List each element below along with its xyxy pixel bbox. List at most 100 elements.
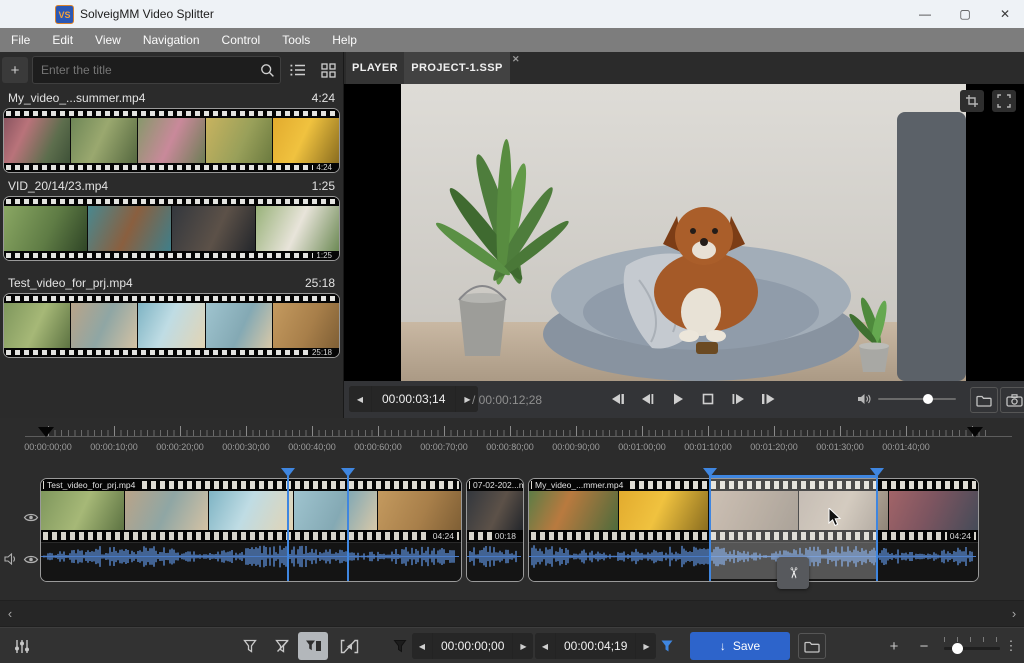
menu-edit[interactable]: Edit [41,28,84,52]
timeline-scrollbar[interactable]: ‹ › [0,600,1024,627]
timeline-clip[interactable]: 07-02-202...mp4 00:18 [466,478,524,582]
menu-help[interactable]: Help [321,28,368,52]
clip-waveform [467,542,523,582]
mouse-cursor [828,508,842,528]
menu-tools[interactable]: Tools [271,28,321,52]
output-folder-button[interactable] [798,633,826,659]
selected-fragment-topline [710,475,877,478]
grid-view-icon[interactable] [315,57,341,83]
media-item-filmstrip[interactable]: 1:25 [3,196,340,261]
zoom-slider-ticks [944,637,1000,642]
minimize-button[interactable]: — [908,0,942,28]
search-box[interactable] [32,56,281,84]
invert-fragments-toggle[interactable] [298,632,328,660]
media-item-filmstrip[interactable]: 4:24 [3,108,340,173]
settings-sliders-icon[interactable] [8,632,36,660]
search-input[interactable] [33,63,254,77]
close-button[interactable]: ✕ [988,0,1022,28]
fragment-start-time[interactable]: 00:00:00;00 [433,633,512,659]
time-step-back-button[interactable]: ◀ [349,386,371,412]
filmstrip-sprockets: 1:25 [4,251,339,260]
menu-file[interactable]: File [0,28,41,52]
clip-film-top: Test_video_for_prj.mp4 [41,479,461,491]
ruler-label: 00:01:00;00 [618,442,666,452]
search-icon[interactable] [254,57,280,83]
media-item[interactable]: Test_video_for_prj.mp4 25:18 25:18 [0,273,343,358]
fragment-marker-line[interactable] [347,476,349,581]
prev-keyframe-button[interactable] [606,387,630,411]
mute-fragment-icon[interactable] [334,632,364,660]
media-item[interactable]: VID_20/14/23.mp4 1:25 1:25 [0,176,343,261]
add-marker-icon[interactable] [236,632,264,660]
ruler-label: 00:00:80;00 [486,442,534,452]
ruler-label: 00:01:40;00 [882,442,930,452]
list-view-icon[interactable] [285,57,311,83]
filmstrip-sprockets: 4:24 [4,163,339,172]
zoom-slider-knob[interactable] [952,643,963,654]
volume-slider[interactable] [878,398,956,400]
clip-film-top: 07-02-202...mp4 [467,479,523,491]
fragment-marker[interactable] [281,468,295,477]
start-time-inc-button[interactable]: ▶ [513,633,533,659]
media-item-filmstrip[interactable]: 25:18 [3,293,340,358]
fragment-marker[interactable] [703,468,717,477]
media-library-panel: + My_video_...summer.mp4 4:24 [0,52,344,418]
app-logo-icon: VS [55,5,74,24]
fragment-marker[interactable] [341,468,355,477]
ruler-start-marker[interactable] [38,427,54,437]
crop-icon[interactable] [960,90,984,112]
play-button[interactable] [666,387,690,411]
timeline-ruler[interactable] [25,436,1012,437]
fullscreen-icon[interactable] [992,90,1016,112]
scroll-left-icon[interactable]: ‹ [2,601,18,626]
audio-track-mute-icon[interactable] [2,552,20,566]
filmstrip-sprockets [4,109,339,118]
start-time-dec-button[interactable]: ◀ [412,633,432,659]
tab-player[interactable]: PLAYER [346,52,404,84]
current-time[interactable]: 00:00:03;14 [372,386,455,412]
audio-track-visibility-icon[interactable] [22,552,40,566]
active-marker-icon[interactable] [654,632,680,660]
ruler-end-marker[interactable] [967,427,983,437]
end-time-dec-button[interactable]: ◀ [535,633,555,659]
timeline: 00:00:00;0000:00:10;0000:00:20;0000:00:3… [0,418,1024,627]
video-preview[interactable] [344,84,1024,381]
next-keyframe-button[interactable] [756,387,780,411]
fragment-marker-line[interactable] [287,476,289,581]
save-button-label: Save [733,639,760,653]
stop-button[interactable] [696,387,720,411]
filmstrip-duration-label: 25:18 [309,348,335,357]
fragment-marker-line[interactable] [709,476,711,581]
remove-marker-icon[interactable] [268,632,296,660]
volume-slider-knob[interactable] [923,394,933,404]
menu-view[interactable]: View [84,28,132,52]
prev-frame-button[interactable] [636,387,660,411]
ruler-label: 00:00:60;00 [354,442,402,452]
open-file-button[interactable] [970,387,998,413]
tab-close-icon[interactable]: ✕ [510,53,522,65]
timeline-clip[interactable]: Test_video_for_prj.mp4 04:24 [40,478,462,582]
menu-control[interactable]: Control [211,28,272,52]
tab-project[interactable]: PROJECT-1.SSP ✕ [404,52,510,84]
bottom-toolbar: ◀ 00:00:00;00 ▶ ◀ 00:00:04;19 ▶ ↓ Save +… [0,627,1024,663]
volume-icon[interactable] [852,387,876,411]
save-arrow-icon: ↓ [720,639,726,653]
zoom-out-button[interactable]: − [912,632,936,660]
snapshot-button[interactable] [1000,387,1024,413]
next-frame-button[interactable] [726,387,750,411]
scroll-right-icon[interactable]: › [1006,601,1022,626]
menu-navigation[interactable]: Navigation [132,28,211,52]
video-track-visibility-icon[interactable] [22,510,40,524]
zoom-in-button[interactable]: + [882,632,906,660]
clip-name: Test_video_for_prj.mp4 [44,479,138,491]
fragment-marker-line[interactable] [876,476,878,581]
add-media-button[interactable]: + [2,57,28,83]
media-item[interactable]: My_video_...summer.mp4 4:24 4:24 [0,88,343,173]
total-time: / 00:00:12;28 [472,381,542,418]
more-options-icon[interactable]: ⋮ [1004,632,1018,660]
fragment-end-time[interactable]: 00:00:04;19 [556,633,635,659]
maximize-button[interactable]: ▢ [948,0,982,28]
fragment-marker[interactable] [870,468,884,477]
cut-fragment-button[interactable]: ✂ [777,557,809,589]
save-button[interactable]: ↓ Save [690,632,790,660]
